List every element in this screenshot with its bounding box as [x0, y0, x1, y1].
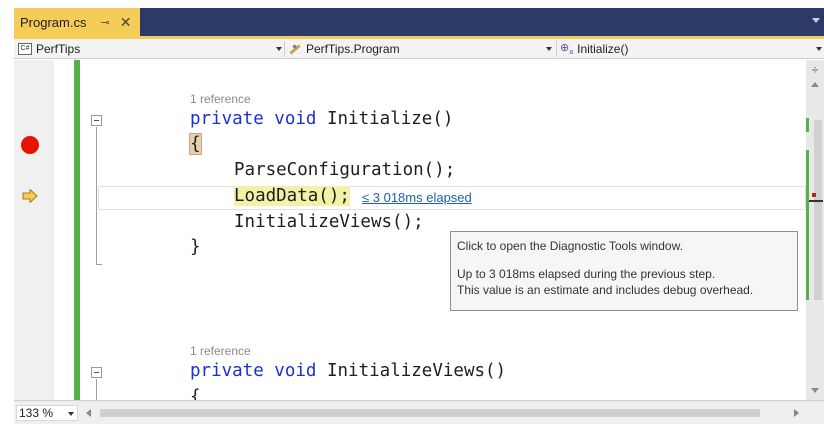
tab-program-cs[interactable]: Program.cs ⊸ ✕: [14, 8, 140, 36]
type-dropdown-label: PerfTips.Program: [306, 42, 400, 56]
csharp-project-icon: C#: [18, 43, 32, 55]
matched-brace: {: [189, 133, 202, 155]
editor-bottom-bar: 133 %: [14, 400, 824, 424]
pin-icon[interactable]: ⊸: [100, 16, 109, 29]
scroll-left-icon[interactable]: [86, 409, 91, 417]
perftip-link[interactable]: ≤ 3 018ms elapsed: [362, 190, 472, 205]
code-line-open-brace: {: [190, 387, 201, 400]
code-line-call: ParseConfiguration();: [234, 160, 456, 180]
tooltip-line: Up to 3 018ms elapsed during the previou…: [457, 267, 716, 281]
document-tab-strip: Program.cs ⊸ ✕: [14, 8, 824, 36]
method-icon: ⊕a: [560, 42, 574, 57]
zoom-level-value: 133 %: [19, 406, 54, 420]
code-line-call: InitializeViews();: [234, 212, 424, 232]
caret-position-marker: [809, 200, 823, 202]
breakpoint-marker: [812, 193, 816, 197]
chevron-down-icon: [546, 47, 552, 51]
code-editor-window: Program.cs ⊸ ✕ C# PerfTips PerfTips.Prog…: [0, 0, 824, 424]
zoom-level-dropdown[interactable]: 133 %: [16, 405, 78, 421]
perftip-tooltip: Click to open the Diagnostic Tools windo…: [450, 231, 798, 311]
changed-lines-indicator: [74, 60, 80, 400]
tooltip-line: Click to open the Diagnostic Tools windo…: [457, 239, 683, 253]
keyword: private void: [190, 109, 317, 129]
chevron-down-icon: [816, 47, 822, 51]
outline-line: [96, 379, 97, 400]
scroll-up-icon[interactable]: [811, 82, 819, 87]
breakpoint-icon[interactable]: [21, 136, 39, 154]
codelens-references[interactable]: 1 reference: [190, 344, 251, 358]
changed-lines-marker: [806, 118, 809, 132]
close-icon[interactable]: ✕: [120, 14, 132, 31]
code-line-method-signature: private void InitializeViews(): [190, 361, 506, 381]
code-line-open-brace: {: [189, 133, 202, 155]
method-name: InitializeViews(): [316, 361, 507, 381]
outline-line: [96, 127, 97, 265]
code-line-close-brace: }: [190, 237, 201, 257]
keyword: private void: [190, 361, 317, 381]
tooltip-line: This value is an estimate and includes d…: [457, 283, 754, 297]
vertical-scrollbar[interactable]: ÷: [806, 60, 824, 400]
separator: [556, 41, 557, 57]
changed-lines-marker: [806, 150, 809, 300]
chevron-down-icon: [68, 412, 74, 416]
split-window-icon[interactable]: ÷: [809, 64, 821, 76]
tab-overflow-dropdown-icon[interactable]: [812, 18, 820, 23]
code-line-current-statement: LoadData();: [234, 186, 350, 206]
collapse-region-icon[interactable]: [91, 367, 102, 378]
horizontal-scrollbar-thumb[interactable]: [100, 409, 760, 417]
member-dropdown[interactable]: ⊕a Initialize(): [560, 40, 824, 58]
separator: [284, 41, 285, 57]
project-dropdown[interactable]: C# PerfTips: [18, 40, 284, 58]
outline-end-tick: [96, 264, 102, 265]
collapse-region-icon[interactable]: [91, 115, 102, 126]
scroll-down-icon[interactable]: [811, 388, 819, 393]
method-name: Initialize(): [316, 109, 454, 129]
code-line-method-signature: private void Initialize(): [190, 109, 453, 129]
indicator-margin[interactable]: [14, 60, 54, 400]
class-icon: [288, 43, 302, 55]
navigation-bar: C# PerfTips PerfTips.Program ⊕a Initiali…: [14, 39, 824, 59]
type-dropdown[interactable]: PerfTips.Program: [288, 40, 556, 58]
member-dropdown-label: Initialize(): [577, 42, 629, 56]
tab-title: Program.cs: [20, 14, 87, 30]
scrollbar-thumb[interactable]: [814, 120, 822, 300]
current-statement-highlight: LoadData();: [234, 186, 350, 206]
codelens-references[interactable]: 1 reference: [190, 92, 251, 106]
project-dropdown-label: PerfTips: [36, 42, 81, 56]
code-editor[interactable]: 1 reference private void Initialize() { …: [14, 60, 806, 400]
chevron-down-icon: [276, 47, 282, 51]
instruction-pointer-arrow-icon[interactable]: [22, 189, 38, 203]
scroll-right-icon[interactable]: [794, 409, 799, 417]
